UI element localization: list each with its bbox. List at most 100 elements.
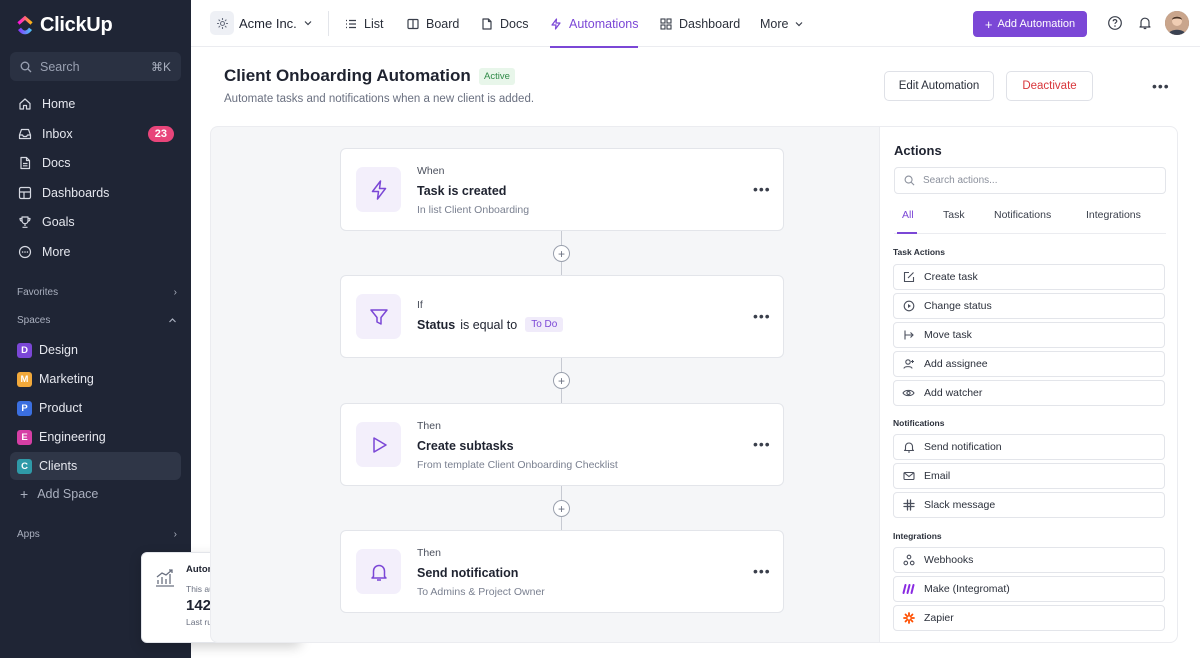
tab-more[interactable]: More bbox=[760, 0, 804, 47]
action-item-add-assignee[interactable]: Add assignee bbox=[893, 351, 1165, 377]
sidebar-item-label: Home bbox=[42, 96, 76, 111]
space-label: Product bbox=[39, 401, 83, 415]
deactivate-button[interactable]: Deactivate bbox=[1006, 71, 1093, 101]
more-options-icon[interactable]: ••• bbox=[1152, 78, 1170, 94]
actions-tab-notifications[interactable]: Notifications bbox=[994, 209, 1051, 221]
action-item-label: Add assignee bbox=[924, 358, 988, 370]
filter-icon bbox=[356, 294, 401, 339]
actions-tab-all[interactable]: All bbox=[902, 209, 914, 221]
mail-icon bbox=[902, 470, 915, 483]
actions-tab-task[interactable]: Task bbox=[943, 209, 965, 221]
clickup-logo[interactable]: ClickUp bbox=[16, 12, 113, 38]
step-menu-icon[interactable]: ••• bbox=[753, 563, 771, 579]
spaces-section[interactable]: Spaces bbox=[17, 315, 177, 326]
action-item-add-watcher[interactable]: Add watcher bbox=[893, 380, 1165, 406]
status-icon bbox=[902, 300, 915, 313]
actions-tab-integrations[interactable]: Integrations bbox=[1086, 209, 1141, 221]
space-initial-badge: E bbox=[17, 429, 32, 445]
step-subtitle: From template Client Onboarding Checklis… bbox=[417, 459, 618, 471]
sidebar-item-label: Inbox bbox=[42, 126, 73, 141]
step-title: Task is created bbox=[417, 184, 507, 198]
sidebar-item-dashboards[interactable]: Dashboards bbox=[10, 178, 181, 207]
chevron-up-icon bbox=[169, 318, 176, 323]
action-item-label: Send notification bbox=[924, 441, 1002, 453]
group-label-notifications: Notifications bbox=[893, 418, 945, 428]
condition-value-chip[interactable]: To Do bbox=[525, 317, 564, 332]
space-item-clients[interactable]: C Clients bbox=[10, 452, 181, 480]
user-avatar[interactable] bbox=[1165, 11, 1189, 35]
chevron-down-icon bbox=[796, 21, 803, 26]
space-label: Marketing bbox=[39, 372, 94, 386]
action-item-email[interactable]: Email bbox=[893, 463, 1165, 489]
add-automation-button[interactable]: + Add Automation bbox=[973, 11, 1087, 37]
sidebar-search[interactable]: Search ⌘K bbox=[10, 52, 181, 81]
step-title: Create subtasks bbox=[417, 439, 514, 453]
chart-trend-icon bbox=[156, 569, 174, 587]
status-badge: Active bbox=[479, 68, 515, 85]
bell-icon[interactable] bbox=[1136, 14, 1154, 32]
actions-panel-title: Actions bbox=[894, 143, 942, 158]
condition-card[interactable]: If Status is equal to To Do ••• bbox=[340, 275, 784, 358]
step-kind: Then bbox=[417, 547, 441, 559]
trophy-icon bbox=[17, 214, 33, 230]
workspace-switcher[interactable]: Acme Inc. bbox=[210, 11, 313, 35]
action-item-webhooks[interactable]: Webhooks bbox=[893, 547, 1165, 573]
active-tab-indicator bbox=[897, 232, 917, 234]
add-step-button[interactable]: + bbox=[553, 372, 570, 389]
apps-section[interactable]: Apps › bbox=[17, 529, 177, 540]
condition-expression: Status is equal to To Do bbox=[417, 317, 564, 332]
tab-list[interactable]: List bbox=[345, 0, 383, 47]
search-icon bbox=[904, 175, 915, 186]
add-space-button[interactable]: + Add Space bbox=[10, 480, 181, 508]
action-item-move-task[interactable]: Move task bbox=[893, 322, 1165, 348]
step-menu-icon[interactable]: ••• bbox=[753, 308, 771, 324]
help-icon[interactable] bbox=[1106, 14, 1124, 32]
page-description: Automate tasks and notifications when a … bbox=[224, 93, 535, 105]
list-icon bbox=[345, 18, 357, 30]
edit-automation-button[interactable]: Edit Automation bbox=[884, 71, 994, 101]
space-label: Clients bbox=[39, 459, 78, 473]
action-item-change-status[interactable]: Change status bbox=[893, 293, 1165, 319]
step-menu-icon[interactable]: ••• bbox=[753, 181, 771, 197]
tab-automations[interactable]: Automations bbox=[550, 0, 639, 48]
actions-search-placeholder: Search actions... bbox=[923, 175, 998, 186]
action-item-send-notification[interactable]: Send notification bbox=[893, 434, 1165, 460]
user-plus-icon bbox=[902, 358, 915, 371]
add-automation-label: Add Automation bbox=[997, 18, 1076, 30]
sidebar-item-home[interactable]: Home bbox=[10, 89, 181, 118]
space-initial-badge: C bbox=[17, 458, 32, 474]
trigger-card[interactable]: When Task is created In list Client Onbo… bbox=[340, 148, 784, 231]
divider bbox=[328, 11, 329, 36]
space-item-product[interactable]: P Product bbox=[10, 394, 181, 422]
tab-dashboard[interactable]: Dashboard bbox=[660, 0, 740, 47]
actions-search-input[interactable]: Search actions... bbox=[894, 167, 1166, 194]
add-step-button[interactable]: + bbox=[553, 500, 570, 517]
apps-label: Apps bbox=[17, 529, 40, 540]
sidebar-item-inbox[interactable]: Inbox 23 bbox=[10, 119, 181, 148]
action-card-send-notification[interactable]: Then Send notification To Admins & Proje… bbox=[340, 530, 784, 613]
action-item-create-task[interactable]: Create task bbox=[893, 264, 1165, 290]
space-item-design[interactable]: D Design bbox=[10, 336, 181, 364]
space-item-marketing[interactable]: M Marketing bbox=[10, 365, 181, 393]
sidebar-item-goals[interactable]: Goals bbox=[10, 207, 181, 236]
action-card-create-subtasks[interactable]: Then Create subtasks From template Clien… bbox=[340, 403, 784, 486]
condition-operator: is equal to bbox=[460, 317, 518, 332]
bell-icon bbox=[902, 441, 915, 454]
tab-docs[interactable]: Docs bbox=[481, 0, 528, 47]
sidebar-item-docs[interactable]: Docs bbox=[10, 148, 181, 177]
chevron-down-icon bbox=[304, 21, 312, 26]
action-item-zapier[interactable]: Zapier bbox=[893, 605, 1165, 631]
space-item-engineering[interactable]: E Engineering bbox=[10, 423, 181, 451]
add-step-button[interactable]: + bbox=[553, 245, 570, 262]
step-kind: Then bbox=[417, 420, 441, 432]
action-item-make[interactable]: Make (Integromat) bbox=[893, 576, 1165, 602]
step-menu-icon[interactable]: ••• bbox=[753, 436, 771, 452]
tab-label: Docs bbox=[500, 16, 529, 31]
action-item-label: Create task bbox=[924, 271, 978, 283]
sidebar-item-more[interactable]: More bbox=[10, 237, 181, 266]
tab-board[interactable]: Board bbox=[407, 0, 459, 47]
favorites-section[interactable]: Favorites › bbox=[17, 287, 177, 298]
step-title: Send notification bbox=[417, 566, 519, 580]
space-label: Design bbox=[39, 343, 78, 357]
action-item-slack-message[interactable]: Slack message bbox=[893, 492, 1165, 518]
